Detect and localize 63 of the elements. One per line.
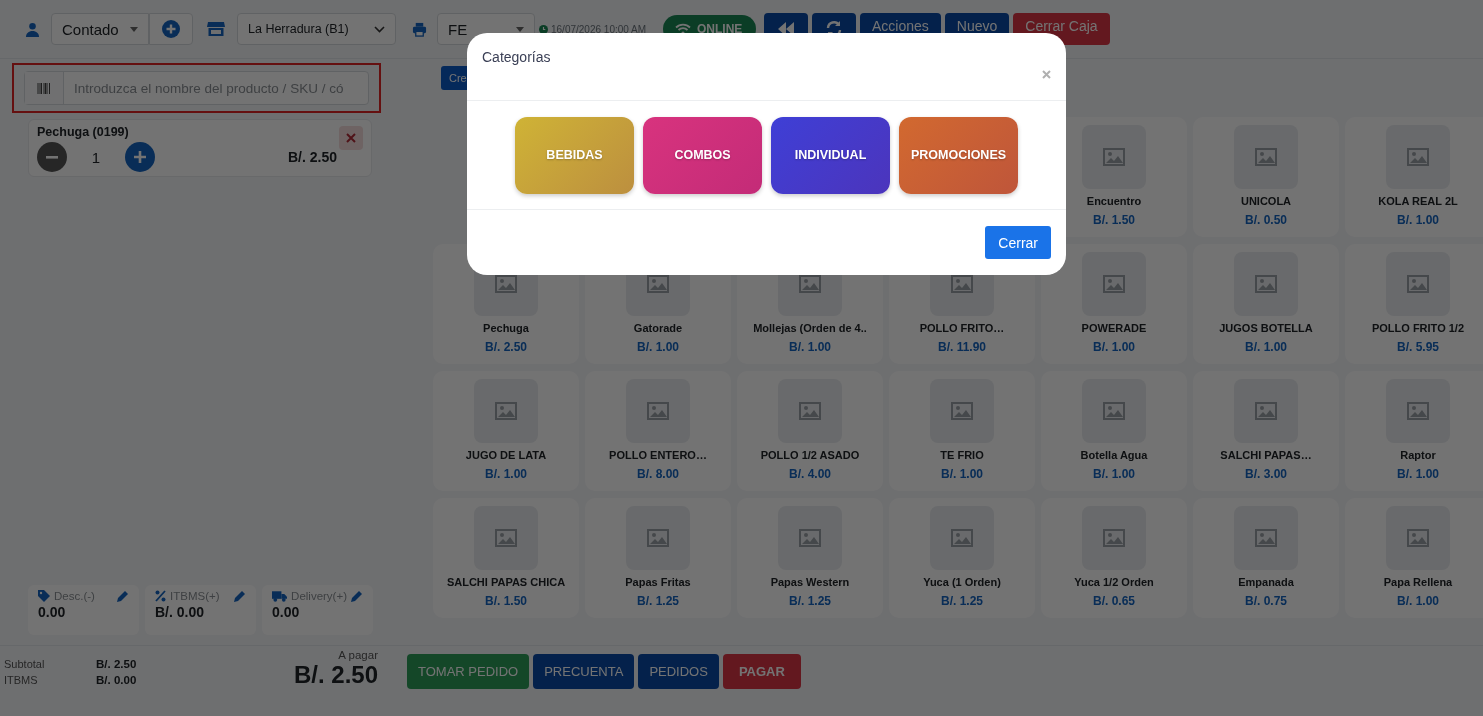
product-price: B/. 1.00 [1093, 467, 1135, 481]
product-name: Yuca (1 Orden) [923, 576, 1001, 588]
product-name: Papas Western [770, 576, 850, 588]
product-price: B/. 1.00 [1245, 340, 1287, 354]
product-name: Botella Agua [1080, 449, 1148, 461]
product-name: JUGO DE LATA [465, 449, 547, 461]
product-name: Mollejas (Orden de 4.. [753, 322, 867, 334]
product-price: B/. 8.00 [637, 467, 679, 481]
product-price: B/. 1.50 [485, 594, 527, 608]
product-price: B/. 1.00 [941, 467, 983, 481]
amount-due: B/. 2.50 [293, 661, 378, 689]
total-label: Subtotal [4, 657, 46, 672]
product-name: Papas Fritas [625, 576, 691, 588]
product-name: Raptor [1400, 449, 1436, 461]
product-price: B/. 0.65 [1093, 594, 1135, 608]
adjustment-value: B/. 0.00 [155, 604, 206, 620]
adjustment-value: 0.00 [38, 604, 67, 620]
dialog-title: Categorías [482, 49, 551, 65]
product-price: B/. 1.00 [1397, 594, 1439, 608]
total-value: B/. 0.00 [96, 673, 137, 688]
product-price: B/. 4.00 [789, 467, 831, 481]
product-name: TE FRIO [940, 449, 984, 461]
product-price: B/. 5.95 [1397, 340, 1439, 354]
product-name: Gatorade [633, 322, 683, 334]
product-name: KOLA REAL 2L [1378, 195, 1458, 207]
product-price: B/. 3.00 [1245, 467, 1287, 481]
product-name: POLLO ENTERO… [609, 449, 707, 461]
product-price: B/. 1.00 [1093, 340, 1135, 354]
product-price: B/. 1.00 [1397, 467, 1439, 481]
item-price: B/. 2.50 [287, 149, 337, 165]
product-price: B/. 2.50 [485, 340, 527, 354]
date-time: 16/07/2026 10:00 AM [551, 24, 647, 35]
product-name: POLLO 1/2 ASADO [760, 449, 860, 461]
product-name: SALCHI PAPAS… [1220, 449, 1312, 461]
item-name: Pechuga (0199) [37, 125, 129, 139]
product-price: B/. 1.00 [637, 340, 679, 354]
quantity: 1 [90, 148, 102, 166]
product-price: B/. 0.50 [1245, 213, 1287, 227]
product-name: POLLO FRITO 1/2 [1371, 322, 1465, 334]
product-name: Papa Rellena [1383, 576, 1453, 588]
product-price: B/. 11.90 [937, 340, 986, 354]
product-name: Pechuga [483, 322, 529, 334]
product-price: B/. 1.00 [1397, 213, 1439, 227]
product-name: Empanada [1238, 576, 1294, 588]
product-name: Encuentro [1086, 195, 1142, 207]
product-name: POWERADE [1081, 322, 1147, 334]
product-price: B/. 1.50 [1093, 213, 1135, 227]
status-text: ONLINE [697, 22, 743, 36]
adjustment-value: 0.00 [272, 604, 301, 620]
product-name: JUGOS BOTELLA [1219, 322, 1313, 334]
product-price: B/. 1.25 [637, 594, 679, 608]
product-price: B/. 1.00 [789, 340, 831, 354]
product-name: POLLO FRITO… [919, 322, 1005, 334]
product-price: B/. 1.25 [941, 594, 983, 608]
total-value: B/. 2.50 [96, 657, 137, 672]
amount-due-label: A pagar [338, 649, 378, 661]
product-name: UNICOLA [1240, 195, 1292, 207]
product-price: B/. 1.00 [485, 467, 527, 481]
product-price: B/. 0.75 [1245, 594, 1287, 608]
total-label: ITBMS [4, 673, 39, 688]
product-name: Yuca 1/2 Orden [1074, 576, 1154, 588]
product-price: B/. 1.25 [789, 594, 831, 608]
product-name: SALCHI PAPAS CHICA [446, 576, 566, 588]
